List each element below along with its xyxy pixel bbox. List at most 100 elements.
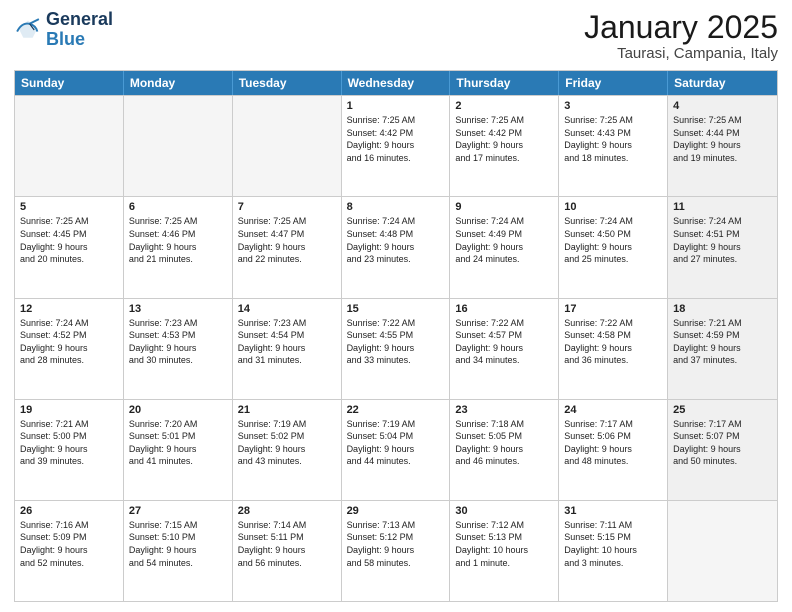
day-info: Sunrise: 7:19 AM Sunset: 5:04 PM Dayligh… [347, 418, 445, 468]
day-number: 14 [238, 303, 336, 315]
day-info: Sunrise: 7:25 AM Sunset: 4:42 PM Dayligh… [455, 114, 553, 164]
day-info: Sunrise: 7:22 AM Sunset: 4:58 PM Dayligh… [564, 317, 662, 367]
day-info: Sunrise: 7:23 AM Sunset: 4:53 PM Dayligh… [129, 317, 227, 367]
day-number: 28 [238, 505, 336, 517]
cal-cell: 27Sunrise: 7:15 AM Sunset: 5:10 PM Dayli… [124, 501, 233, 601]
day-number: 13 [129, 303, 227, 315]
day-info: Sunrise: 7:17 AM Sunset: 5:06 PM Dayligh… [564, 418, 662, 468]
day-number: 26 [20, 505, 118, 517]
weekday-header-monday: Monday [124, 71, 233, 95]
day-info: Sunrise: 7:24 AM Sunset: 4:51 PM Dayligh… [673, 215, 772, 265]
day-number: 16 [455, 303, 553, 315]
cal-cell: 9 Sunrise: 7:24 AM Sunset: 4:49 PM Daylig… [450, 197, 559, 297]
cal-cell: 22 Sunrise: 7:19 AM Sunset: 5:04 PM Dayli… [342, 400, 451, 500]
day-info: Sunrise: 7:22 AM Sunset: 4:57 PM Dayligh… [455, 317, 553, 367]
weekday-header-tuesday: Tuesday [233, 71, 342, 95]
day-number: 23 [455, 404, 553, 416]
cal-cell: 23 Sunrise: 7:18 AM Sunset: 5:05 PM Dayli… [450, 400, 559, 500]
logo-icon [14, 16, 42, 44]
weekday-header-sunday: Sunday [15, 71, 124, 95]
day-info: Sunrise: 7:24 AM Sunset: 4:52 PM Dayligh… [20, 317, 118, 367]
logo-text: General Blue [46, 10, 113, 50]
day-number: 6 [129, 201, 227, 213]
day-number: 31 [564, 505, 662, 517]
day-number: 5 [20, 201, 118, 213]
day-number: 21 [238, 404, 336, 416]
day-info: Sunrise: 7:19 AM Sunset: 5:02 PM Dayligh… [238, 418, 336, 468]
cal-cell: 31Sunrise: 7:11 AM Sunset: 5:15 PM Dayli… [559, 501, 668, 601]
logo-general-text: General [46, 9, 113, 29]
cal-cell: 20Sunrise: 7:20 AM Sunset: 5:01 PM Dayli… [124, 400, 233, 500]
cal-cell [233, 96, 342, 196]
day-info: Sunrise: 7:15 AM Sunset: 5:10 PM Dayligh… [129, 519, 227, 569]
cal-cell: 10 Sunrise: 7:24 AM Sunset: 4:50 PM Dayli… [559, 197, 668, 297]
day-number: 10 [564, 201, 662, 213]
day-number: 20 [129, 404, 227, 416]
day-number: 8 [347, 201, 445, 213]
logo-blue-text: Blue [46, 29, 85, 49]
calendar-subtitle: Taurasi, Campania, Italy [584, 45, 778, 62]
week-row-4: 19 Sunrise: 7:21 AM Sunset: 5:00 PM Dayli… [15, 399, 777, 500]
day-info: Sunrise: 7:21 AM Sunset: 5:00 PM Dayligh… [20, 418, 118, 468]
day-number: 11 [673, 201, 772, 213]
day-number: 22 [347, 404, 445, 416]
cal-cell: 8 Sunrise: 7:24 AM Sunset: 4:48 PM Daylig… [342, 197, 451, 297]
day-number: 19 [20, 404, 118, 416]
day-number: 18 [673, 303, 772, 315]
cal-cell: 15Sunrise: 7:22 AM Sunset: 4:55 PM Dayli… [342, 299, 451, 399]
cal-cell: 11 Sunrise: 7:24 AM Sunset: 4:51 PM Dayli… [668, 197, 777, 297]
day-number: 1 [347, 100, 445, 112]
day-number: 2 [455, 100, 553, 112]
cal-cell: 2 Sunrise: 7:25 AM Sunset: 4:42 PM Daylig… [450, 96, 559, 196]
cal-cell: 6Sunrise: 7:25 AM Sunset: 4:46 PM Daylig… [124, 197, 233, 297]
header: General Blue January 2025 Taurasi, Campa… [14, 10, 778, 62]
cal-cell: 26 Sunrise: 7:16 AM Sunset: 5:09 PM Dayli… [15, 501, 124, 601]
day-number: 30 [455, 505, 553, 517]
day-info: Sunrise: 7:17 AM Sunset: 5:07 PM Dayligh… [673, 418, 772, 468]
day-number: 4 [673, 100, 772, 112]
day-info: Sunrise: 7:25 AM Sunset: 4:42 PM Dayligh… [347, 114, 445, 164]
day-info: Sunrise: 7:25 AM Sunset: 4:47 PM Dayligh… [238, 215, 336, 265]
day-number: 12 [20, 303, 118, 315]
calendar-title: January 2025 [584, 10, 778, 45]
calendar-body: 1 Sunrise: 7:25 AM Sunset: 4:42 PM Daylig… [15, 95, 777, 601]
cal-cell [124, 96, 233, 196]
day-info: Sunrise: 7:24 AM Sunset: 4:50 PM Dayligh… [564, 215, 662, 265]
day-number: 24 [564, 404, 662, 416]
day-info: Sunrise: 7:24 AM Sunset: 4:48 PM Dayligh… [347, 215, 445, 265]
cal-cell: 24 Sunrise: 7:17 AM Sunset: 5:06 PM Dayli… [559, 400, 668, 500]
day-info: Sunrise: 7:23 AM Sunset: 4:54 PM Dayligh… [238, 317, 336, 367]
day-info: Sunrise: 7:18 AM Sunset: 5:05 PM Dayligh… [455, 418, 553, 468]
calendar-header-row: SundayMondayTuesdayWednesdayThursdayFrid… [15, 71, 777, 95]
day-number: 17 [564, 303, 662, 315]
cal-cell: 30 Sunrise: 7:12 AM Sunset: 5:13 PM Dayli… [450, 501, 559, 601]
logo: General Blue [14, 10, 113, 50]
week-row-3: 12 Sunrise: 7:24 AM Sunset: 4:52 PM Dayli… [15, 298, 777, 399]
weekday-header-friday: Friday [559, 71, 668, 95]
cal-cell: 28 Sunrise: 7:14 AM Sunset: 5:11 PM Dayli… [233, 501, 342, 601]
day-number: 29 [347, 505, 445, 517]
cal-cell: 16 Sunrise: 7:22 AM Sunset: 4:57 PM Dayli… [450, 299, 559, 399]
weekday-header-saturday: Saturday [668, 71, 777, 95]
cal-cell: 21 Sunrise: 7:19 AM Sunset: 5:02 PM Dayli… [233, 400, 342, 500]
cal-cell [15, 96, 124, 196]
cal-cell: 3Sunrise: 7:25 AM Sunset: 4:43 PM Daylig… [559, 96, 668, 196]
week-row-5: 26 Sunrise: 7:16 AM Sunset: 5:09 PM Dayli… [15, 500, 777, 601]
week-row-1: 1 Sunrise: 7:25 AM Sunset: 4:42 PM Daylig… [15, 95, 777, 196]
day-info: Sunrise: 7:25 AM Sunset: 4:44 PM Dayligh… [673, 114, 772, 164]
cal-cell: 12 Sunrise: 7:24 AM Sunset: 4:52 PM Dayli… [15, 299, 124, 399]
cal-cell: 25Sunrise: 7:17 AM Sunset: 5:07 PM Dayli… [668, 400, 777, 500]
day-number: 15 [347, 303, 445, 315]
day-info: Sunrise: 7:16 AM Sunset: 5:09 PM Dayligh… [20, 519, 118, 569]
cal-cell: 29 Sunrise: 7:13 AM Sunset: 5:12 PM Dayli… [342, 501, 451, 601]
day-info: Sunrise: 7:24 AM Sunset: 4:49 PM Dayligh… [455, 215, 553, 265]
day-info: Sunrise: 7:14 AM Sunset: 5:11 PM Dayligh… [238, 519, 336, 569]
cal-cell: 18 Sunrise: 7:21 AM Sunset: 4:59 PM Dayli… [668, 299, 777, 399]
day-number: 3 [564, 100, 662, 112]
day-info: Sunrise: 7:21 AM Sunset: 4:59 PM Dayligh… [673, 317, 772, 367]
cal-cell: 13 Sunrise: 7:23 AM Sunset: 4:53 PM Dayli… [124, 299, 233, 399]
day-info: Sunrise: 7:13 AM Sunset: 5:12 PM Dayligh… [347, 519, 445, 569]
title-block: January 2025 Taurasi, Campania, Italy [584, 10, 778, 62]
day-info: Sunrise: 7:12 AM Sunset: 5:13 PM Dayligh… [455, 519, 553, 569]
day-number: 9 [455, 201, 553, 213]
